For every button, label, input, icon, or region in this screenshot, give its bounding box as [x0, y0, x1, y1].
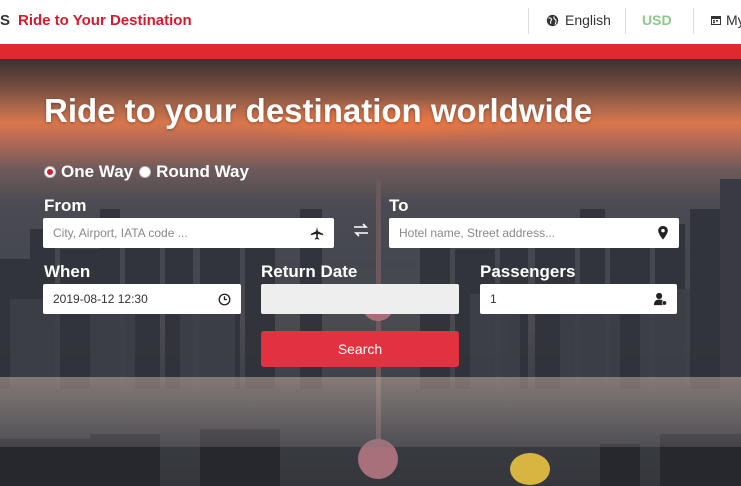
when-input[interactable]: 2019-08-12 12:30	[43, 284, 241, 314]
trip-type-selector: One Way Round Way	[44, 162, 255, 182]
airplane-icon	[310, 226, 324, 240]
passengers-input[interactable]: 1	[480, 284, 677, 314]
header-divider	[693, 8, 694, 34]
passengers-label: Passengers	[480, 262, 576, 281]
header-divider	[528, 8, 529, 34]
calendar-icon	[711, 16, 721, 25]
return-date-label: Return Date	[261, 262, 358, 281]
hero-headline: Ride to your destination worldwide	[44, 92, 593, 129]
when-label: When	[44, 262, 91, 281]
search-button[interactable]: Search	[261, 331, 459, 367]
to-placeholder: Hotel name, Street address...	[399, 226, 556, 240]
passengers-value: 1	[490, 292, 497, 306]
brand-logo-fragment[interactable]: S	[0, 12, 10, 29]
clock-icon	[218, 293, 231, 305]
radio-round-way-indicator[interactable]	[139, 166, 152, 178]
from-placeholder: City, Airport, IATA code ...	[53, 226, 188, 240]
account-label: My	[726, 12, 741, 28]
radio-one-way[interactable]: One Way	[44, 162, 133, 182]
radio-one-way-label[interactable]: One Way	[61, 162, 133, 182]
from-label: From	[44, 196, 87, 215]
person-icon	[653, 292, 667, 306]
to-input[interactable]: Hotel name, Street address...	[389, 218, 679, 248]
to-label: To	[389, 196, 409, 215]
return-date-input[interactable]	[261, 284, 459, 314]
language-label: English	[565, 12, 611, 28]
brand-tagline[interactable]: Ride to Your Destination	[18, 12, 192, 29]
from-input[interactable]: City, Airport, IATA code ...	[43, 218, 334, 248]
currency-selector[interactable]: USD	[642, 12, 672, 28]
radio-round-way[interactable]: Round Way	[139, 162, 249, 182]
river-background	[0, 377, 741, 447]
radio-one-way-indicator[interactable]	[44, 166, 56, 178]
account-menu[interactable]: My	[710, 12, 741, 28]
brand-red-bar	[0, 44, 741, 59]
when-value: 2019-08-12 12:30	[53, 292, 148, 306]
language-selector[interactable]: English	[546, 12, 611, 28]
header-divider	[625, 8, 626, 34]
swap-arrows-icon[interactable]	[352, 222, 370, 238]
top-header: S Ride to Your Destination English USD M…	[0, 0, 741, 44]
map-pin-icon	[658, 226, 668, 240]
radio-round-way-label[interactable]: Round Way	[156, 162, 249, 182]
globe-icon	[546, 14, 559, 26]
